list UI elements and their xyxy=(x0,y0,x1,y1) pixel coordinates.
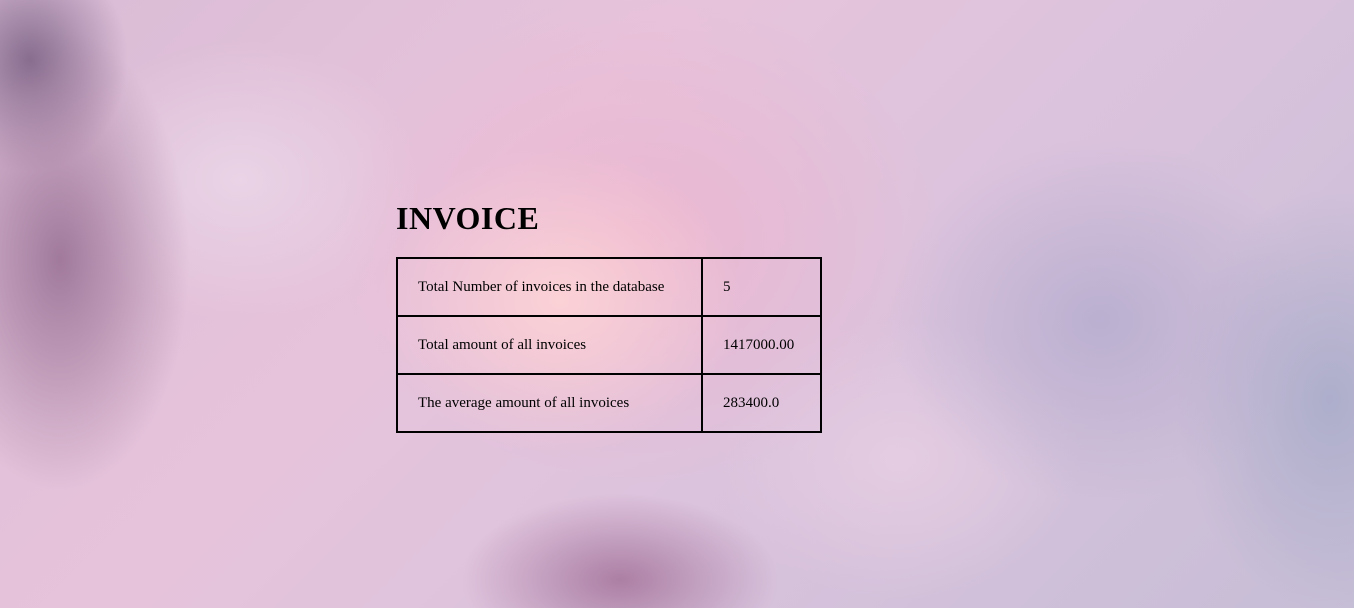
stat-value: 5 xyxy=(701,257,822,317)
invoice-summary: INVOICE Total Number of invoices in the … xyxy=(396,199,822,433)
invoice-stats-table: Total Number of invoices in the database… xyxy=(396,257,822,433)
table-row: Total Number of invoices in the database… xyxy=(396,257,822,317)
stat-label: Total amount of all invoices xyxy=(396,315,703,375)
stat-label: The average amount of all invoices xyxy=(396,373,703,433)
page-title: INVOICE xyxy=(396,200,540,236)
stat-value: 1417000.00 xyxy=(701,315,822,375)
table-row: The average amount of all invoices 28340… xyxy=(396,373,822,433)
table-row: Total amount of all invoices 1417000.00 xyxy=(396,315,822,375)
stat-label: Total Number of invoices in the database xyxy=(396,257,703,317)
stat-value: 283400.0 xyxy=(701,373,822,433)
